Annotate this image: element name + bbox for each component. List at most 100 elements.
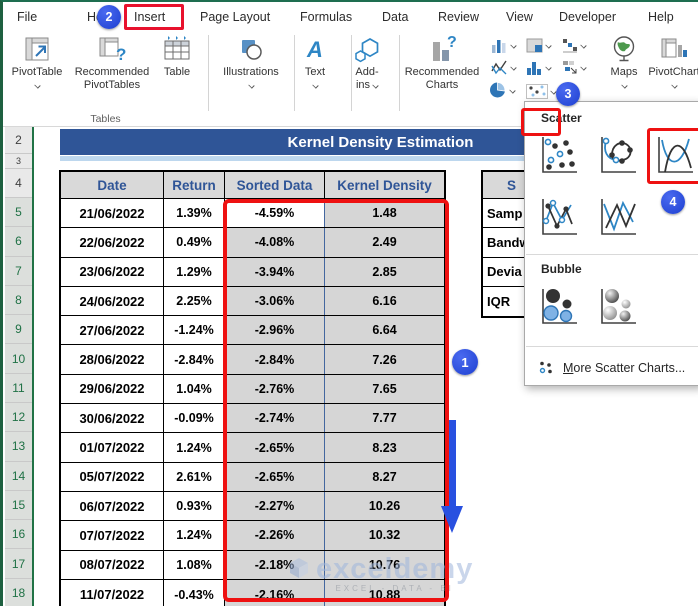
tab-developer[interactable]: Developer xyxy=(559,2,616,32)
header-return[interactable]: Return xyxy=(164,172,225,198)
insert-column-chart-button[interactable] xyxy=(491,35,517,55)
insert-waterfall-chart-button[interactable] xyxy=(561,35,587,55)
insert-statistic-chart-button[interactable] xyxy=(526,57,552,77)
cell-date[interactable]: 30/06/2022 xyxy=(61,404,164,433)
cell-return[interactable]: 1.24% xyxy=(164,521,225,550)
more-scatter-charts-item[interactable]: More Scatter Charts... xyxy=(525,354,698,381)
cell-date[interactable]: 21/06/2022 xyxy=(61,199,164,228)
insert-pie-chart-button[interactable] xyxy=(489,80,516,100)
row-header[interactable]: 12 xyxy=(5,402,32,433)
table-header-row: Date Return Sorted Data Kernel Density xyxy=(61,172,444,199)
scatter-straight-lines-markers-option[interactable] xyxy=(535,194,581,242)
cell-date[interactable]: 27/06/2022 xyxy=(61,316,164,345)
cell-return[interactable]: 1.04% xyxy=(164,374,225,404)
cell-return[interactable]: 2.25% xyxy=(164,286,225,316)
cell-date[interactable]: 01/07/2022 xyxy=(61,433,164,462)
scatter-smooth-lines-markers-option[interactable] xyxy=(594,132,640,180)
scatter-straight-lines-option[interactable] xyxy=(594,194,640,242)
row-header[interactable]: 17 xyxy=(5,549,32,579)
cell-date[interactable]: 11/07/2022 xyxy=(61,579,164,606)
insert-scatter-chart-button[interactable] xyxy=(526,81,557,101)
cell-date[interactable]: 08/07/2022 xyxy=(61,550,164,579)
row-header[interactable]: 9 xyxy=(5,315,32,345)
svg-text:A: A xyxy=(306,37,323,62)
cell-return[interactable]: 1.29% xyxy=(164,257,225,286)
tab-data[interactable]: Data xyxy=(382,2,408,32)
cell-return[interactable]: 0.49% xyxy=(164,228,225,257)
tab-help[interactable]: Help xyxy=(648,2,674,32)
insert-combo-chart-button[interactable] xyxy=(561,57,587,77)
insert-hierarchy-chart-button[interactable] xyxy=(526,35,552,55)
cell-return[interactable]: 2.61% xyxy=(164,462,225,491)
row-header[interactable]: 14 xyxy=(5,461,32,491)
bubble-option[interactable] xyxy=(535,282,581,330)
tab-view[interactable]: View xyxy=(506,2,533,32)
recommended-pivottables-button[interactable]: ? Recommended PivotTables xyxy=(67,34,157,92)
text-button[interactable]: A Text xyxy=(287,34,343,92)
tab-formulas[interactable]: Formulas xyxy=(300,2,352,32)
row-header[interactable]: 5 xyxy=(5,198,32,228)
row-header[interactable]: 6 xyxy=(5,227,32,257)
row-header[interactable]: 18 xyxy=(5,578,32,606)
excel-window: File Home Insert Page Layout Formulas Da… xyxy=(0,0,698,606)
scatter-straight-lines-icon xyxy=(601,199,636,235)
tab-file[interactable]: File xyxy=(17,2,37,32)
cell-date[interactable]: 23/06/2022 xyxy=(61,257,164,286)
row-header[interactable]: 13 xyxy=(5,432,32,462)
dropdown-divider xyxy=(526,346,698,347)
recommended-charts-button[interactable]: ? Recommended Charts xyxy=(400,34,484,92)
row-header[interactable]: 15 xyxy=(5,490,32,521)
cell-return[interactable]: 1.08% xyxy=(164,550,225,579)
cell-return[interactable]: 0.93% xyxy=(164,491,225,521)
tab-page-layout[interactable]: Page Layout xyxy=(200,2,270,32)
cell-date[interactable]: 06/07/2022 xyxy=(61,491,164,521)
row-header[interactable]: 16 xyxy=(5,520,32,550)
tab-review[interactable]: Review xyxy=(438,2,479,32)
cell-return[interactable]: 1.39% xyxy=(164,199,225,228)
cell-return[interactable]: -0.09% xyxy=(164,404,225,433)
chevron-down-icon xyxy=(33,82,41,89)
table-button[interactable]: Table xyxy=(151,34,203,79)
chevron-down-icon xyxy=(545,42,552,49)
cell-date[interactable]: 22/06/2022 xyxy=(61,228,164,257)
row-header[interactable]: 11 xyxy=(5,373,32,403)
bubble-3d-option[interactable] xyxy=(594,282,640,330)
svg-text:?: ? xyxy=(447,34,457,51)
scatter-smooth-lines-highlight-box xyxy=(647,128,698,184)
row-header[interactable]: 2 xyxy=(5,127,32,154)
row-header[interactable]: 3 xyxy=(5,154,32,169)
cell-return[interactable]: -2.84% xyxy=(164,345,225,374)
cell-return[interactable]: 1.24% xyxy=(164,433,225,462)
cell-date[interactable]: 29/06/2022 xyxy=(61,374,164,404)
pivottable-button[interactable]: PivotTable xyxy=(5,34,69,92)
recommended-pivottables-label2: PivotTables xyxy=(83,79,141,91)
maps-button[interactable]: Maps xyxy=(601,34,647,92)
add-ins-label2: ins xyxy=(355,79,370,91)
scatter-chart-icon xyxy=(526,83,548,99)
cell-date[interactable]: 05/07/2022 xyxy=(61,462,164,491)
row-header[interactable]: 10 xyxy=(5,344,32,374)
header-kernel-density[interactable]: Kernel Density xyxy=(325,172,444,198)
recommended-charts-label1: Recommended xyxy=(404,66,480,78)
row-header[interactable]: 7 xyxy=(5,256,32,286)
pivotchart-button[interactable]: PivotChart xyxy=(647,34,698,92)
scatter-smooth-lines-markers-icon xyxy=(601,137,636,173)
header-sorted-data[interactable]: Sorted Data xyxy=(225,172,325,198)
cell-date[interactable]: 07/07/2022 xyxy=(61,521,164,550)
cell-return[interactable]: -0.43% xyxy=(164,579,225,606)
cell-date[interactable]: 24/06/2022 xyxy=(61,286,164,316)
more-scatter-charts-label: More Scatter Charts... xyxy=(563,360,686,375)
row-header[interactable]: 8 xyxy=(5,285,32,316)
cell-return[interactable]: -1.24% xyxy=(164,316,225,345)
header-date[interactable]: Date xyxy=(61,172,164,198)
illustrations-icon xyxy=(242,40,262,60)
add-ins-button[interactable]: Add- ins xyxy=(344,34,390,92)
step-4-badge: 4 xyxy=(661,190,685,214)
cell-date[interactable]: 28/06/2022 xyxy=(61,345,164,374)
row-header[interactable]: 4 xyxy=(5,169,32,198)
illustrations-button[interactable]: Illustrations xyxy=(209,34,293,92)
scatter-markers-option[interactable] xyxy=(535,132,581,180)
insert-line-chart-button[interactable] xyxy=(491,57,517,77)
step-2-badge: 2 xyxy=(97,5,121,29)
pivotchart-icon xyxy=(661,38,687,58)
